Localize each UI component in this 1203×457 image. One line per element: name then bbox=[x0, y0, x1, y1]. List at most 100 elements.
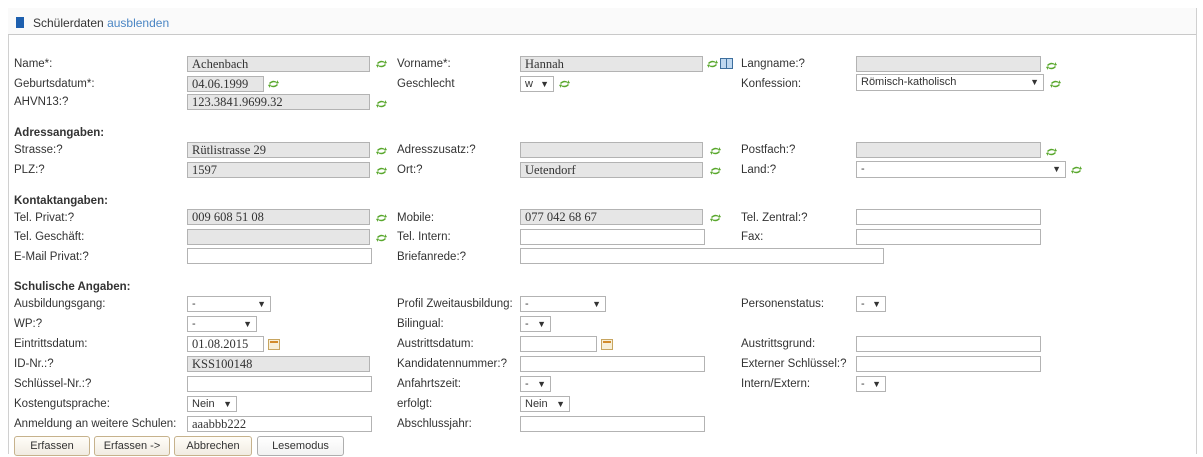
label-schluesselnr-text: Schlüssel-Nr.: bbox=[14, 378, 85, 390]
help-mark[interactable]: ? bbox=[56, 144, 62, 156]
langname-field[interactable] bbox=[856, 56, 1041, 72]
ahvn13-field[interactable]: 123.3841.9699.32 bbox=[187, 94, 370, 110]
bilingual-value: - bbox=[525, 318, 529, 330]
sync-icon[interactable] bbox=[1046, 61, 1057, 71]
label-name: Name*: bbox=[14, 58, 53, 70]
telzentral-field[interactable] bbox=[856, 209, 1041, 225]
help-mark[interactable]: ? bbox=[38, 164, 44, 176]
sync-icon[interactable] bbox=[376, 59, 387, 69]
help-mark[interactable]: ? bbox=[36, 318, 42, 330]
wp-select[interactable]: - ▼ bbox=[187, 316, 257, 332]
label-idnr-text: ID-Nr.: bbox=[14, 358, 48, 370]
help-mark[interactable]: ? bbox=[416, 164, 422, 176]
schluesselnr-field[interactable] bbox=[187, 376, 372, 392]
sync-icon[interactable] bbox=[710, 166, 721, 176]
label-telprivat-text: Tel. Privat: bbox=[14, 212, 68, 224]
ort-field[interactable]: Uetendorf bbox=[520, 162, 703, 178]
sync-icon[interactable] bbox=[376, 99, 387, 109]
sync-icon[interactable] bbox=[376, 146, 387, 156]
austrittsgrund-field[interactable] bbox=[856, 336, 1041, 352]
internextern-select[interactable]: - ▼ bbox=[856, 376, 886, 392]
name-field[interactable]: Achenbach bbox=[187, 56, 370, 72]
help-mark[interactable]: ? bbox=[68, 212, 74, 224]
anmeldung-field[interactable]: aaabbb222 bbox=[187, 416, 372, 432]
erfolgt-select[interactable]: Nein ▼ bbox=[520, 396, 570, 412]
help-mark[interactable]: ? bbox=[799, 58, 805, 70]
help-mark[interactable]: ? bbox=[840, 358, 846, 370]
help-mark[interactable]: ? bbox=[789, 144, 795, 156]
emailprivat-field[interactable] bbox=[187, 248, 372, 264]
sync-icon[interactable] bbox=[710, 146, 721, 156]
erfassen-next-button[interactable]: Erfassen -> bbox=[94, 436, 170, 456]
briefanrede-field[interactable] bbox=[520, 248, 884, 264]
vorname-field[interactable]: Hannah bbox=[520, 56, 703, 72]
anfahrtszeit-select[interactable]: - ▼ bbox=[520, 376, 551, 392]
calendar-icon[interactable] bbox=[601, 339, 613, 350]
help-mark[interactable]: ? bbox=[62, 96, 68, 108]
telintern-field[interactable] bbox=[520, 229, 705, 245]
sync-icon[interactable] bbox=[268, 79, 279, 89]
label-land: Land:? bbox=[741, 164, 776, 176]
telprivat-field[interactable]: 009 608 51 08 bbox=[187, 209, 370, 225]
strasse-field[interactable]: Rütlistrasse 29 bbox=[187, 142, 370, 158]
sync-icon[interactable] bbox=[1071, 165, 1082, 175]
konfession-value: Römisch-katholisch bbox=[861, 76, 957, 88]
help-mark[interactable]: ? bbox=[82, 251, 88, 263]
abbrechen-button[interactable]: Abbrechen bbox=[174, 436, 252, 456]
fax-field[interactable] bbox=[856, 229, 1041, 245]
sync-icon[interactable] bbox=[710, 213, 721, 223]
externerschluessel-field[interactable] bbox=[856, 356, 1041, 372]
adresszusatz-field[interactable] bbox=[520, 142, 703, 158]
mobile-field[interactable]: 077 042 68 67 bbox=[520, 209, 703, 225]
label-adresszusatz-text: Adresszusatz: bbox=[397, 144, 470, 156]
sync-icon[interactable] bbox=[1050, 79, 1061, 89]
sync-icon[interactable] bbox=[376, 233, 387, 243]
help-mark[interactable]: ? bbox=[460, 251, 466, 263]
bilingual-select[interactable]: - ▼ bbox=[520, 316, 551, 332]
book-icon[interactable] bbox=[720, 58, 733, 69]
eintrittsdatum-field[interactable]: 01.08.2015 bbox=[187, 336, 264, 352]
austrittsdatum-field[interactable] bbox=[520, 336, 597, 352]
help-mark[interactable]: ? bbox=[469, 144, 475, 156]
ausbildungsgang-value: - bbox=[192, 298, 196, 310]
label-postfach-text: Postfach: bbox=[741, 144, 789, 156]
label-fax: Fax: bbox=[741, 231, 764, 243]
help-mark[interactable]: ? bbox=[770, 164, 776, 176]
postfach-field[interactable] bbox=[856, 142, 1041, 158]
konfession-select[interactable]: Römisch-katholisch ▼ bbox=[856, 74, 1044, 91]
help-mark[interactable]: ? bbox=[501, 358, 507, 370]
kostengutsprache-select[interactable]: Nein ▼ bbox=[187, 396, 237, 412]
sync-icon[interactable] bbox=[376, 213, 387, 223]
calendar-icon[interactable] bbox=[268, 339, 280, 350]
geschlecht-select[interactable]: w ▼ bbox=[520, 76, 554, 92]
profil-select[interactable]: - ▼ bbox=[520, 296, 606, 312]
lesemodus-button[interactable]: Lesemodus bbox=[257, 436, 344, 456]
kandidatennummer-field[interactable] bbox=[520, 356, 705, 372]
label-emailprivat: E-Mail Privat:? bbox=[14, 251, 89, 263]
land-select[interactable]: - ▼ bbox=[856, 161, 1066, 178]
section-adresse: Adressangaben: bbox=[14, 127, 105, 139]
label-mobile: Mobile: bbox=[397, 212, 435, 224]
label-geburtsdatum: Geburtsdatum*: bbox=[14, 78, 95, 90]
label-briefanrede: Briefanrede:? bbox=[397, 251, 466, 263]
idnr-field[interactable]: KSS100148 bbox=[187, 356, 370, 372]
erfassen-button[interactable]: Erfassen bbox=[14, 436, 90, 456]
erfolgt-value: Nein bbox=[525, 398, 548, 410]
plz-field[interactable]: 1597 bbox=[187, 162, 370, 178]
hide-link[interactable]: ausblenden bbox=[107, 16, 169, 30]
label-konfession: Konfession: bbox=[741, 78, 802, 90]
label-telzentral-text: Tel. Zentral: bbox=[741, 212, 802, 224]
geburtsdatum-field[interactable]: 04.06.1999 bbox=[187, 76, 264, 92]
help-mark[interactable]: ? bbox=[85, 378, 91, 390]
sync-icon[interactable] bbox=[376, 166, 387, 176]
personenstatus-select[interactable]: - ▼ bbox=[856, 296, 886, 312]
help-mark[interactable]: ? bbox=[47, 358, 53, 370]
sync-icon[interactable] bbox=[559, 79, 570, 89]
sync-icon[interactable] bbox=[707, 59, 718, 69]
ausbildungsgang-select[interactable]: - ▼ bbox=[187, 296, 271, 312]
abschlussjahr-field[interactable] bbox=[520, 416, 705, 432]
sync-icon[interactable] bbox=[1046, 147, 1057, 157]
telgeschaeft-field[interactable] bbox=[187, 229, 370, 245]
dropdown-arrow-icon: ▼ bbox=[537, 379, 546, 389]
help-mark[interactable]: ? bbox=[801, 212, 807, 224]
